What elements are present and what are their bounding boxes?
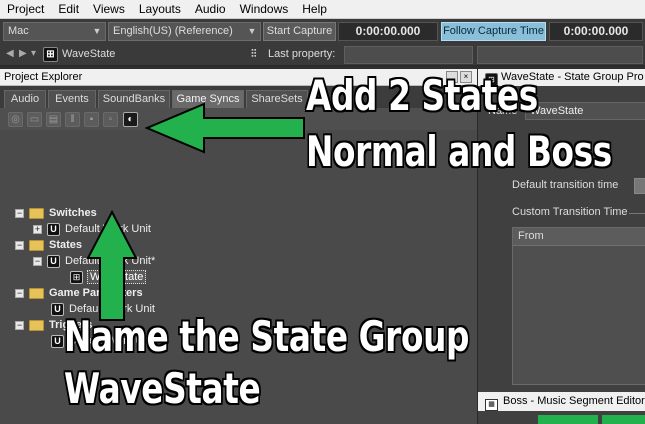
project-explorer-title: Project Explorer <box>4 71 83 83</box>
annotation-add-states-line1: Add 2 States <box>306 71 538 120</box>
menu-help[interactable]: Help <box>295 0 334 19</box>
tree-node-states-work-unit[interactable]: − U Default Work Unit* <box>33 253 155 269</box>
current-object-name: WaveState <box>62 48 116 60</box>
music-segment-editor-title: Boss - Music Segment Editor - <box>503 395 645 407</box>
new-game-parameter-icon[interactable]: ▤ <box>46 112 61 127</box>
state-group-icon: ⊞ <box>70 270 83 284</box>
wavestate-label: WaveState <box>87 270 147 284</box>
switches-label: Switches <box>49 207 97 219</box>
tree-node-switches-work-unit[interactable]: + U Default Work Unit <box>33 221 151 237</box>
new-state-icon[interactable]: ◐ <box>123 112 138 127</box>
switches-work-unit-label: Default Work Unit <box>65 223 151 235</box>
chevron-down-icon: ▼ <box>247 26 257 36</box>
collapse-icon[interactable]: − <box>33 256 42 266</box>
forward-arrow-icon[interactable]: ▶ <box>19 48 27 59</box>
property-editor: ⊞ WaveState - State Group Pro Name WaveSt… <box>477 69 645 424</box>
start-capture-button[interactable]: Start Capture <box>263 22 336 41</box>
tab-sharesets[interactable]: ShareSets <box>246 90 308 108</box>
folder-icon <box>29 239 44 251</box>
follow-capture-time-button[interactable]: Follow Capture Time <box>441 22 546 41</box>
tab-soundbanks[interactable]: SoundBanks <box>98 90 170 108</box>
back-arrow-icon[interactable]: ◀ <box>6 48 14 59</box>
music-segment-icon: ▦ <box>485 399 498 411</box>
menu-edit[interactable]: Edit <box>51 0 86 19</box>
collapse-icon[interactable]: − <box>15 208 24 218</box>
new-state-group-icon[interactable]: ⫴ <box>65 112 80 127</box>
folder-icon <box>29 207 44 219</box>
history-dropdown-icon[interactable]: ▾ <box>31 48 36 59</box>
game-parameters-label: Game Parameters <box>49 287 143 299</box>
platform-select[interactable]: Mac ▼ <box>3 22 106 41</box>
new-folder-icon[interactable]: ▭ <box>27 112 42 127</box>
annotation-name-group-line2: WaveState <box>64 364 261 413</box>
tab-game-syncs[interactable]: Game Syncs <box>172 90 244 108</box>
state-group-icon: ⊞ <box>43 47 58 62</box>
menu-views[interactable]: Views <box>86 0 132 19</box>
new-trigger-icon[interactable]: ▪ <box>84 112 99 127</box>
object-toolbar: ◀ ▶ ▾ ⊞ WaveState ⫶⫶ Last property: <box>0 44 645 66</box>
name-field[interactable]: WaveState <box>525 102 645 120</box>
custom-transition-label: Custom Transition Time <box>512 206 628 218</box>
collapse-icon[interactable]: − <box>15 320 24 330</box>
default-transition-label: Default transition time <box>512 179 619 191</box>
collapse-icon[interactable]: − <box>15 240 24 250</box>
expand-icon[interactable]: + <box>33 224 42 234</box>
menu-audio[interactable]: Audio <box>188 0 233 19</box>
tree-node-wavestate[interactable]: ⊞ WaveState <box>70 269 147 285</box>
menu-layouts[interactable]: Layouts <box>132 0 188 19</box>
tree-node-switches[interactable]: − Switches <box>15 205 97 221</box>
new-switch-icon[interactable]: ◎ <box>8 112 23 127</box>
last-property-value <box>477 46 643 64</box>
last-property-field <box>344 46 473 64</box>
folder-icon <box>29 287 44 299</box>
tab-events[interactable]: Events <box>48 90 96 108</box>
music-segment-editor-header: ▦ Boss - Music Segment Editor - <box>478 392 645 411</box>
work-unit-icon: U <box>47 254 60 268</box>
work-unit-icon: U <box>51 334 64 348</box>
collapse-icon[interactable]: − <box>15 288 24 298</box>
transition-table: From <box>512 227 645 385</box>
new-argument-icon[interactable]: ▫ <box>103 112 118 127</box>
last-property-label: Last property: <box>268 48 336 60</box>
work-unit-icon: U <box>47 222 60 236</box>
platform-value: Mac <box>8 25 29 37</box>
states-work-unit-label: Default Work Unit* <box>65 255 156 267</box>
work-unit-icon: U <box>51 302 64 316</box>
property-sliders-icon: ⫶⫶ <box>251 48 257 60</box>
capture-time-display: 0:00:00.000 <box>338 22 438 41</box>
green-highlight <box>602 415 645 424</box>
follow-time-display: 0:00:00.000 <box>549 22 643 41</box>
tree-node-game-parameters[interactable]: − Game Parameters <box>15 285 143 301</box>
menu-bar: Project Edit Views Layouts Audio Windows… <box>0 0 645 19</box>
annotation-add-states-line2: Normal and Boss <box>306 127 612 176</box>
language-value: English(US) (Reference) <box>113 25 233 37</box>
divider <box>629 213 645 214</box>
annotation-name-group-line1: Name the State Group <box>64 312 470 361</box>
language-select[interactable]: English(US) (Reference) ▼ <box>108 22 261 41</box>
folder-icon <box>29 319 44 331</box>
green-highlight <box>538 415 598 424</box>
menu-windows[interactable]: Windows <box>233 0 296 19</box>
main-toolbar: Mac ▼ English(US) (Reference) ▼ Start Ca… <box>0 19 645 44</box>
tab-audio[interactable]: Audio <box>4 90 46 108</box>
default-transition-stepper[interactable] <box>634 178 645 194</box>
tree-node-states[interactable]: − States <box>15 237 82 253</box>
menu-project[interactable]: Project <box>0 0 51 19</box>
chevron-down-icon: ▼ <box>92 26 102 36</box>
from-column-header[interactable]: From <box>513 228 645 246</box>
states-label: States <box>49 239 83 251</box>
